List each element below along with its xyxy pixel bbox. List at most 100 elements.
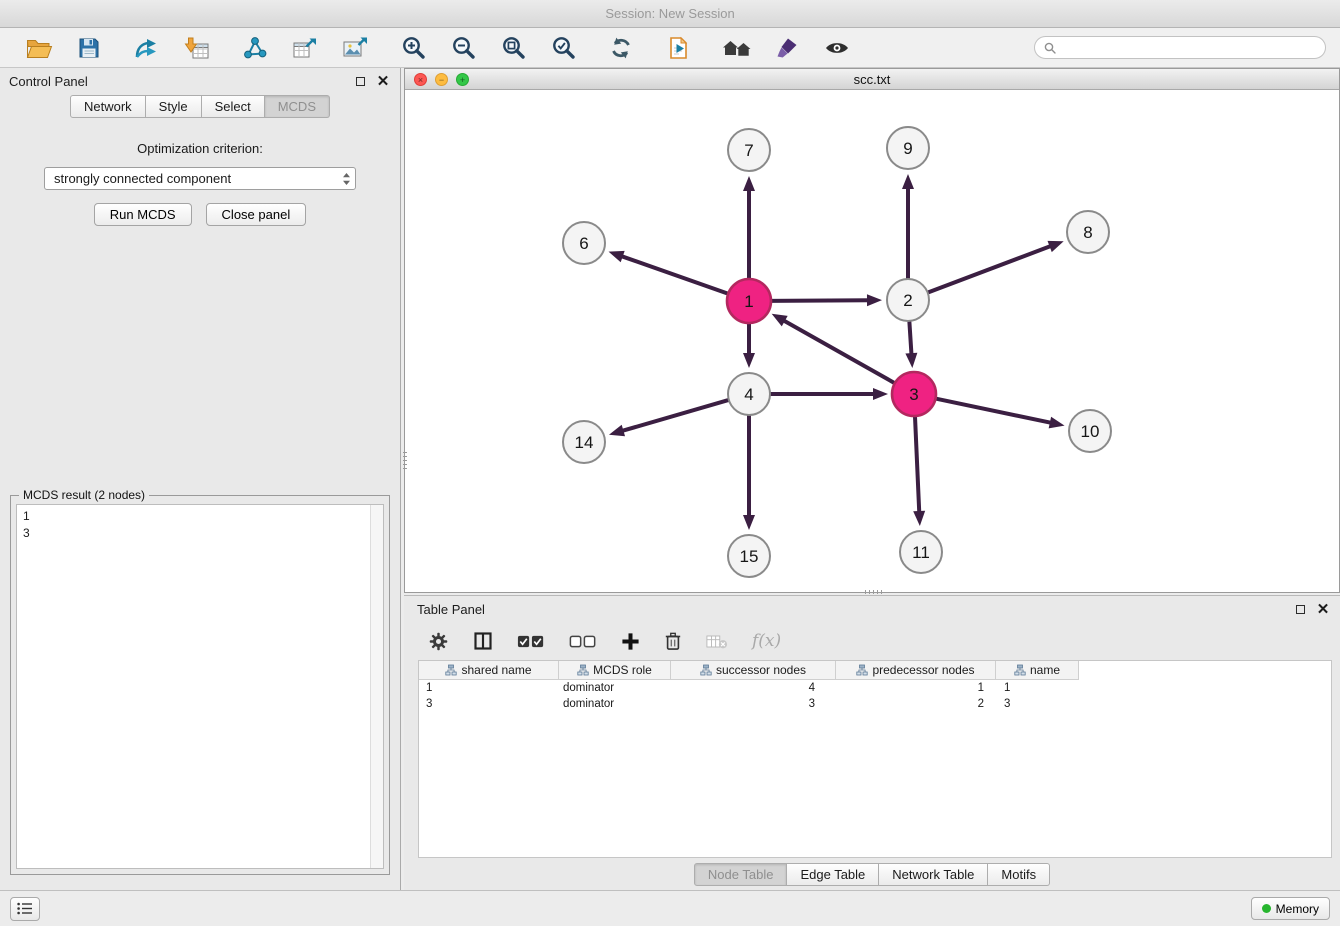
style-brush-button[interactable]: [771, 33, 803, 63]
cell-mcds-role[interactable]: dominator: [559, 696, 671, 712]
tab-motifs[interactable]: Motifs: [988, 863, 1050, 886]
apply-preferred-layout-button[interactable]: [605, 33, 637, 63]
select-all-button[interactable]: [517, 634, 545, 649]
column-header-predecessor-nodes[interactable]: predecessor nodes: [836, 661, 996, 680]
zoom-fit-content-button[interactable]: [497, 33, 529, 63]
tab-edge-table[interactable]: Edge Table: [787, 863, 879, 886]
result-scrollbar[interactable]: [370, 505, 383, 868]
graph-edge-1-2[interactable]: [771, 300, 869, 301]
horizontal-splitter-handle[interactable]: [865, 590, 885, 594]
graph-edge-3-1[interactable]: [783, 320, 895, 383]
control-panel-float-button[interactable]: [352, 73, 368, 89]
tab-node-table[interactable]: Node Table: [694, 863, 788, 886]
cell-shared-name[interactable]: 3: [419, 696, 559, 712]
network-window-title: scc.txt: [854, 72, 891, 87]
column-header-successor-nodes[interactable]: successor nodes: [671, 661, 836, 680]
table-panel-float-button[interactable]: [1292, 601, 1308, 617]
table-panel-tabs: Node Table Edge Table Network Table Moti…: [404, 858, 1340, 890]
import-network-button[interactable]: [131, 33, 163, 63]
control-panel-close-button[interactable]: ✕: [375, 73, 391, 89]
delete-table-button[interactable]: [706, 633, 728, 650]
graph-edge-3-11[interactable]: [915, 416, 919, 513]
run-mcds-button[interactable]: Run MCDS: [94, 203, 192, 226]
network-view-window: × − + scc.txt 1234678910111415: [404, 68, 1340, 593]
table-panel-close-button[interactable]: ✕: [1315, 601, 1331, 617]
node-table-header: shared name MCDS role successor nodes: [419, 661, 1331, 680]
first-neighbors-button[interactable]: [721, 33, 753, 63]
network-canvas[interactable]: 1234678910111415: [405, 90, 1339, 592]
export-image-icon: [342, 36, 368, 60]
close-icon: ✕: [1317, 602, 1330, 617]
cell-successor-nodes[interactable]: 4: [671, 680, 836, 696]
cell-predecessor-nodes[interactable]: 1: [836, 680, 996, 696]
node-table-grid: shared name MCDS role successor nodes: [418, 660, 1332, 858]
search-field[interactable]: [1034, 36, 1326, 59]
import-table-button[interactable]: [181, 33, 213, 63]
save-session-button[interactable]: [73, 33, 105, 63]
right-column: × − + scc.txt 1234678910111415 Table Pan…: [401, 68, 1340, 890]
tab-style[interactable]: Style: [146, 95, 202, 118]
column-header-mcds-role[interactable]: MCDS role: [559, 661, 671, 680]
cell-mcds-role[interactable]: dominator: [559, 680, 671, 696]
close-icon: ✕: [377, 74, 390, 89]
style-brush-icon: [775, 36, 799, 60]
add-column-button[interactable]: [621, 632, 640, 651]
graph-edge-2-8[interactable]: [929, 246, 1052, 292]
graph-node-label-6: 6: [579, 234, 588, 253]
export-table-button[interactable]: [289, 33, 321, 63]
graph-node-label-10: 10: [1081, 422, 1100, 441]
delete-column-button[interactable]: [664, 631, 682, 651]
maximize-window-button[interactable]: +: [456, 73, 469, 86]
close-panel-button[interactable]: Close panel: [206, 203, 307, 226]
graph-edge-arrowhead: [743, 353, 755, 368]
minimize-window-button[interactable]: −: [435, 73, 448, 86]
cell-shared-name[interactable]: 1: [419, 680, 559, 696]
column-header-name[interactable]: name: [996, 661, 1079, 680]
tab-select[interactable]: Select: [202, 95, 265, 118]
search-input[interactable]: [1061, 41, 1316, 55]
window-titlebar: Session: New Session: [0, 0, 1340, 28]
graph-edge-arrowhead: [867, 294, 882, 306]
network-icon: [242, 36, 268, 60]
memory-label: Memory: [1276, 902, 1319, 916]
network-graph[interactable]: 1234678910111415: [405, 90, 1338, 592]
cell-name[interactable]: 3: [996, 696, 1079, 712]
zoom-in-button[interactable]: [397, 33, 429, 63]
zoom-out-button[interactable]: [447, 33, 479, 63]
tab-network[interactable]: Network: [70, 95, 146, 118]
graph-edge-arrowhead: [902, 174, 914, 189]
network-button[interactable]: [239, 33, 271, 63]
graph-edge-3-10[interactable]: [936, 399, 1052, 423]
criterion-dropdown[interactable]: strongly connected component: [44, 167, 356, 190]
tab-mcds[interactable]: MCDS: [265, 95, 330, 118]
table-settings-button[interactable]: [428, 631, 449, 652]
show-hide-button[interactable]: [821, 33, 853, 63]
vertical-splitter-handle[interactable]: [403, 452, 407, 472]
graph-node-label-9: 9: [903, 139, 912, 158]
graph-node-label-2: 2: [903, 291, 912, 310]
table-row[interactable]: 3 dominator 3 2 3: [419, 696, 1331, 712]
table-row[interactable]: 1 dominator 4 1 1: [419, 680, 1331, 696]
show-columns-button[interactable]: [473, 631, 493, 651]
cell-successor-nodes[interactable]: 3: [671, 696, 836, 712]
graph-edge-4-14[interactable]: [621, 400, 727, 431]
close-window-button[interactable]: ×: [414, 73, 427, 86]
task-history-button[interactable]: [10, 897, 40, 921]
attribute-type-icon: [856, 664, 868, 676]
memory-button[interactable]: Memory: [1251, 897, 1330, 920]
cell-name[interactable]: 1: [996, 680, 1079, 696]
function-builder-button[interactable]: f(x): [752, 631, 781, 651]
zoom-selected-button[interactable]: [547, 33, 579, 63]
import-document-button[interactable]: [663, 33, 695, 63]
column-header-shared-name[interactable]: shared name: [419, 661, 559, 680]
graph-node-label-14: 14: [575, 433, 594, 452]
graph-node-label-7: 7: [744, 141, 753, 160]
deselect-all-button[interactable]: [569, 634, 597, 649]
open-session-button[interactable]: [23, 33, 55, 63]
status-bar: Memory: [0, 890, 1340, 926]
tab-network-table[interactable]: Network Table: [879, 863, 988, 886]
graph-edge-2-3[interactable]: [909, 322, 911, 355]
graph-edge-1-6[interactable]: [621, 256, 728, 294]
cell-predecessor-nodes[interactable]: 2: [836, 696, 996, 712]
export-image-button[interactable]: [339, 33, 371, 63]
